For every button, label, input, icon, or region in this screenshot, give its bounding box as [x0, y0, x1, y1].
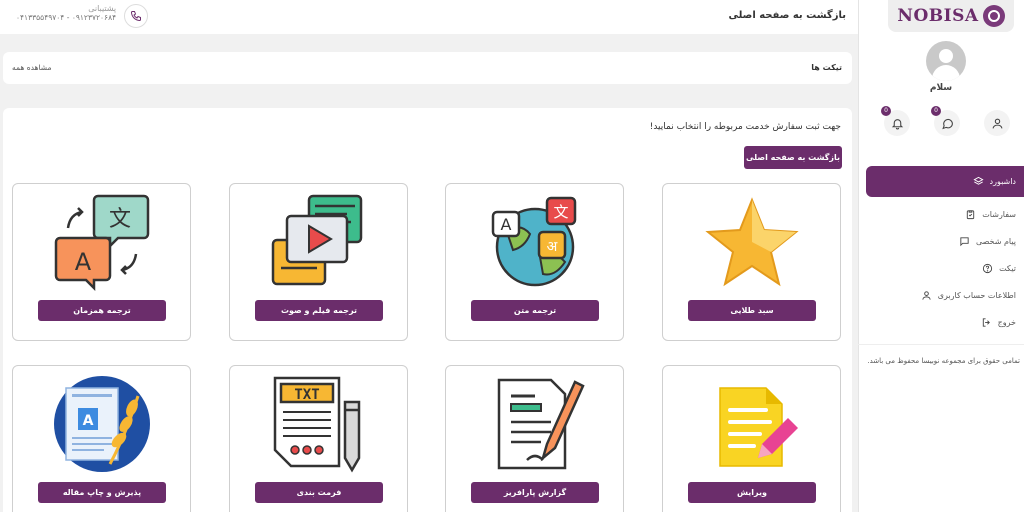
service-button[interactable]: گزارش پارافریز: [471, 482, 599, 503]
sidebar-item-label: خروج: [997, 318, 1016, 327]
user-icon: [992, 118, 1002, 128]
service-card-paraphrase-report[interactable]: گزارش پارافریز: [445, 365, 624, 512]
greeting: سلام: [929, 83, 953, 93]
svg-text:文: 文: [553, 203, 568, 221]
sidebar-item-dashboard[interactable]: داشبورد: [866, 166, 1024, 197]
service-card-simultaneous-interpretation[interactable]: 文 A ترجمه همزمان: [12, 183, 191, 341]
translate-bubbles-icon: 文 A: [54, 194, 150, 292]
help-circle-icon: [982, 263, 993, 274]
clipboard-check-icon: [967, 210, 975, 220]
copyright: تمامی حقوق برای مجموعه نوبیسا محفوظ می ب…: [867, 357, 1020, 365]
logo-mark-icon: [982, 5, 1005, 27]
view-all-link[interactable]: مشاهده همه: [12, 63, 52, 72]
sidebar-item-label: پیام شخصی: [975, 237, 1016, 246]
divider: [858, 344, 1024, 345]
back-home-link[interactable]: بازگشت به صفحه اصلی: [728, 10, 846, 21]
logout-icon: [982, 318, 990, 327]
service-button[interactable]: ترجمه متن: [471, 300, 599, 321]
logo[interactable]: NOBISA: [888, 0, 1014, 32]
sidebar-item-label: اطلاعات حساب کاربری: [937, 291, 1016, 300]
support-label: پشتیبانی: [88, 4, 117, 13]
sidebar-menu: داشبورد سفارشات پیام شخصی تیکت اطلاعات ح…: [866, 166, 1024, 336]
journal-laurel-icon: A: [54, 376, 150, 472]
sidebar-item-ticket[interactable]: تیکت: [866, 255, 1024, 282]
service-button[interactable]: پذیرش و چاپ مقاله: [38, 482, 166, 503]
service-card-formatting[interactable]: TXT فرمت بندی: [229, 365, 408, 512]
phone-icon: [130, 11, 141, 22]
support-info: پشتیبانی ۰۹۱۲۳۷۲۰۶۸۴ - ۰۴۱۳۳۵۵۴۹۷۰۴: [16, 4, 116, 22]
globe-translate-icon: A 文 अ: [491, 196, 577, 287]
sidebar: NOBISA سلام 0 0 داشبورد سفارشات پیام شخص…: [858, 0, 1024, 512]
logo-text: NOBISA: [897, 6, 979, 26]
service-card-text-translation[interactable]: A 文 अ ترجمه متن: [445, 183, 624, 341]
service-button[interactable]: سبد طلایی: [688, 300, 816, 321]
sidebar-item-account[interactable]: اطلاعات حساب کاربری: [866, 282, 1024, 309]
layers-icon: [972, 176, 984, 185]
star-icon: [705, 197, 799, 287]
sidebar-item-orders[interactable]: سفارشات: [866, 201, 1024, 228]
txt-file-icon: TXT: [273, 376, 361, 473]
phone-button[interactable]: [124, 4, 148, 28]
message-square-icon: [960, 237, 969, 247]
user-icon: [922, 291, 931, 300]
sidebar-item-logout[interactable]: خروج: [866, 309, 1024, 336]
top-bar: بازگشت به صفحه اصلی پشتیبانی ۰۹۱۲۳۷۲۰۶۸۴…: [0, 0, 858, 34]
notifications-badge: 0: [881, 106, 891, 116]
support-numbers: ۰۹۱۲۳۷۲۰۶۸۴ - ۰۴۱۳۳۵۵۴۹۷۰۴: [16, 13, 117, 22]
service-button[interactable]: ویرایش: [688, 482, 816, 503]
svg-text:अ: अ: [547, 239, 558, 255]
svg-text:A: A: [83, 413, 94, 429]
profile-button[interactable]: [984, 110, 1010, 136]
tickets-title: تیکت ها: [811, 63, 842, 72]
sidebar-item-messages[interactable]: پیام شخصی: [866, 228, 1024, 255]
service-card-article-publishing[interactable]: A پذیرش و چاپ مقاله: [12, 365, 191, 512]
bell-icon: [891, 118, 903, 129]
back-home-button[interactable]: بازگشت به صفحه اصلی: [744, 146, 842, 169]
messages-badge: 0: [931, 106, 941, 116]
sidebar-item-label: تیکت: [999, 264, 1016, 273]
svg-text:A: A: [75, 248, 92, 276]
messages-button[interactable]: 0: [931, 106, 960, 136]
svg-text:A: A: [501, 215, 512, 234]
instruction-text: جهت ثبت سفارش خدمت مربوطه را انتخاب نمای…: [649, 122, 841, 132]
service-button[interactable]: ترجمه فیلم و صوت: [255, 300, 383, 321]
service-card-film-audio-translation[interactable]: ترجمه فیلم و صوت: [229, 183, 408, 341]
notifications-button[interactable]: 0: [881, 106, 910, 136]
services-panel: جهت ثبت سفارش خدمت مربوطه را انتخاب نمای…: [3, 108, 852, 512]
sidebar-item-label: سفارشات: [982, 210, 1016, 219]
svg-text:TXT: TXT: [294, 387, 319, 403]
service-button[interactable]: فرمت بندی: [255, 482, 383, 503]
edit-note-icon: [719, 387, 798, 467]
document-pen-icon: [497, 378, 585, 470]
service-card-editing[interactable]: ویرایش: [662, 365, 841, 512]
service-button[interactable]: ترجمه همزمان: [38, 300, 166, 321]
svg-text:文: 文: [109, 207, 131, 232]
sidebar-item-label: داشبورد: [989, 177, 1016, 186]
video-player-icon: [271, 194, 363, 286]
service-card-golden-basket[interactable]: سبد طلایی: [662, 183, 841, 341]
tickets-bar: تیکت ها مشاهده همه: [3, 52, 852, 84]
chat-icon: [941, 118, 953, 129]
avatar[interactable]: [926, 41, 966, 81]
